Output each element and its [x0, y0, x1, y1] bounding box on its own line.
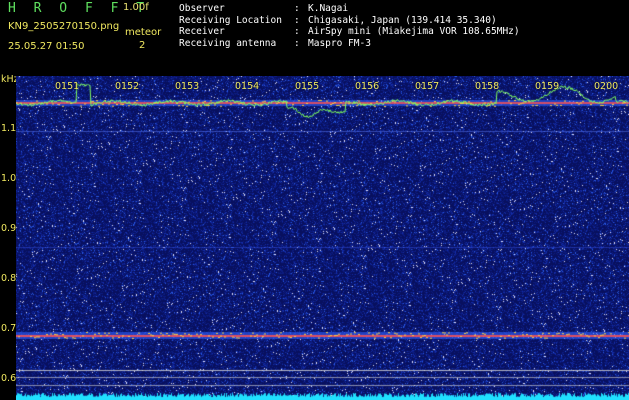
- y-tick-label: 0.8: [1, 273, 17, 284]
- time-mark: 0155: [295, 81, 320, 92]
- info-sep: :: [294, 14, 300, 26]
- y-tick-label: 0.7: [1, 323, 17, 334]
- meteor-count: 2: [139, 40, 146, 51]
- info-row-observer: Observer : K.Nagai: [179, 3, 520, 15]
- info-key: Receiver: [179, 26, 225, 37]
- version-label: 1.00f: [123, 2, 149, 13]
- meteor-label: meteor: [125, 27, 162, 38]
- spectrogram: [16, 76, 629, 400]
- station-info: Observer : K.Nagai Receiving Location : …: [179, 3, 520, 49]
- info-row-receiver: Receiver : AirSpy mini (Miakejima VOR 10…: [179, 26, 520, 38]
- y-tick-label: 0.9: [1, 223, 17, 234]
- timestamp-label: 25.05.27 01:50: [8, 41, 85, 52]
- info-value: Maspro FM-3: [308, 37, 371, 49]
- time-mark: 0151: [55, 81, 80, 92]
- info-key: Receiving Location: [179, 14, 282, 26]
- time-mark: 0158: [475, 81, 500, 92]
- info-key: Observer: [179, 3, 225, 14]
- info-value: AirSpy mini (Miakejima VOR 108.65MHz): [308, 26, 520, 37]
- time-mark: 0153: [175, 81, 200, 92]
- y-tick-label: 1.0: [1, 173, 17, 184]
- info-sep: :: [294, 37, 300, 49]
- y-tick-label: 1.1: [1, 123, 17, 134]
- header-panel: H R O F F T 1.00f KN9_2505270150.png met…: [0, 0, 629, 76]
- time-mark: 0157: [415, 81, 440, 92]
- time-mark: 0152: [115, 81, 140, 92]
- time-mark: 0156: [355, 81, 380, 92]
- time-mark: 0159: [535, 81, 560, 92]
- info-sep: :: [294, 3, 300, 14]
- y-tick-label: 0.6: [1, 373, 17, 384]
- info-value: Chigasaki, Japan (139.414 35.340): [308, 14, 497, 26]
- info-key: Receiving antenna: [179, 37, 277, 49]
- spectrogram-canvas: [16, 76, 629, 400]
- time-mark: 0154: [235, 81, 260, 92]
- info-row-antenna: Receiving antenna : Maspro FM-3: [179, 38, 520, 50]
- time-mark: 0200: [594, 81, 619, 92]
- filename-label: KN9_2505270150.png: [8, 21, 120, 32]
- info-value: K.Nagai: [308, 3, 349, 14]
- info-sep: :: [294, 26, 300, 37]
- info-row-location: Receiving Location : Chigasaki, Japan (1…: [179, 15, 520, 27]
